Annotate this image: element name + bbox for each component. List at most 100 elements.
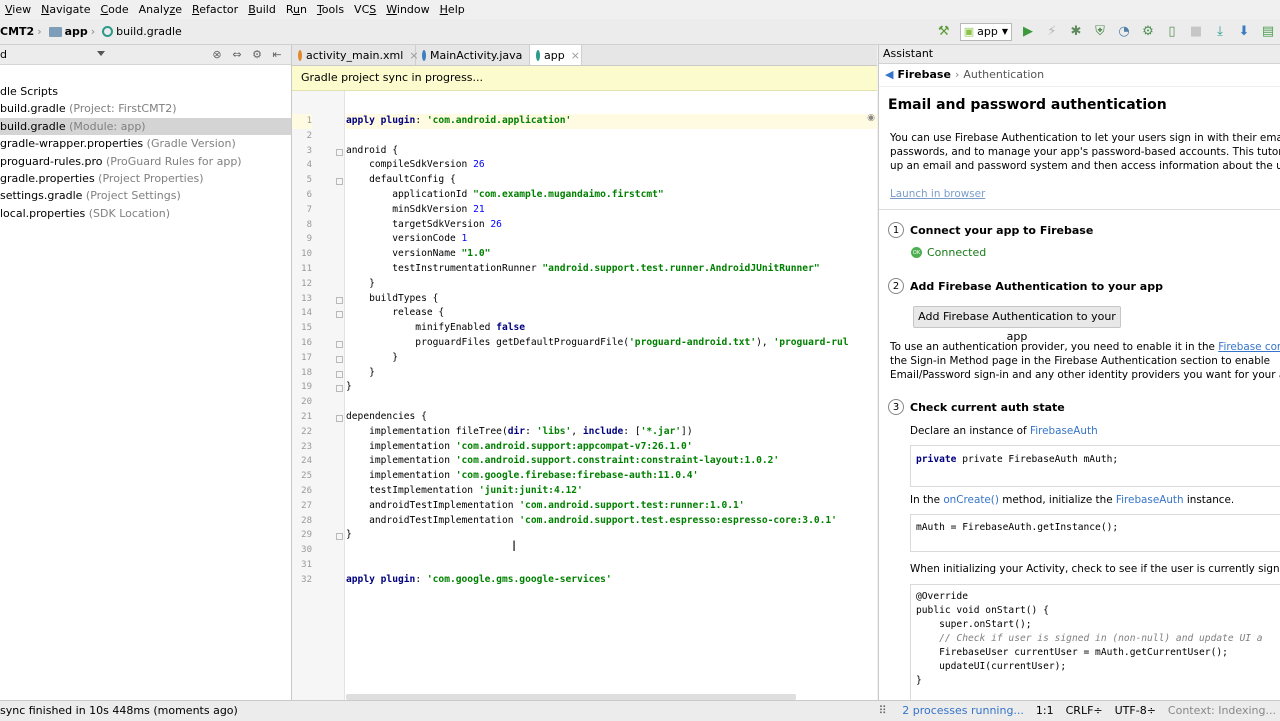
code-line[interactable] — [346, 395, 877, 410]
init-code-box[interactable]: mAuth = FirebaseAuth.getInstance(); — [910, 514, 1280, 552]
menu-item-7[interactable]: Tools — [312, 0, 349, 19]
line-separator[interactable]: CRLF÷ — [1066, 701, 1103, 721]
file-encoding[interactable]: UTF-8÷ — [1115, 701, 1156, 721]
run-icon[interactable]: ▶ — [1019, 23, 1037, 41]
fold-marker-icon[interactable] — [336, 533, 343, 541]
code-line[interactable]: minSdkVersion 21 — [346, 203, 877, 218]
menu-item-1[interactable]: Navigate — [36, 0, 95, 19]
run-config-select[interactable]: ▣ app ▼ — [959, 22, 1012, 41]
project-view-label[interactable]: d — [0, 48, 7, 61]
breadcrumb-firebase[interactable]: Firebase — [897, 68, 950, 81]
menu-item-10[interactable]: Help — [435, 0, 470, 19]
breadcrumb-module[interactable]: app › — [48, 25, 99, 38]
tree-item[interactable]: proguard-rules.pro (ProGuard Rules for a… — [0, 153, 291, 170]
menu-item-8[interactable]: VCS — [349, 0, 381, 19]
code-line[interactable]: implementation fileTree(dir: 'libs', inc… — [346, 425, 877, 440]
code-line[interactable]: } — [346, 528, 877, 543]
code-line[interactable]: testInstrumentationRunner "android.suppo… — [346, 262, 877, 277]
tree-item[interactable]: build.gradle (Module: app) — [0, 117, 291, 136]
code-line[interactable]: versionName "1.0" — [346, 247, 877, 262]
sync-gradle-icon[interactable]: ⤓ — [1211, 23, 1229, 41]
hide-panel-icon[interactable]: ⇤ — [269, 47, 285, 62]
chevron-down-icon[interactable] — [97, 51, 105, 56]
code-line[interactable]: versionCode 1 — [346, 232, 877, 247]
code-line[interactable]: apply plugin: 'com.google.gms.google-ser… — [346, 573, 877, 588]
code-line[interactable] — [346, 129, 877, 144]
attach-debugger-icon[interactable]: ⚙ — [1139, 23, 1157, 41]
code-line[interactable]: buildTypes { — [346, 292, 877, 307]
eye-icon[interactable]: ◉ — [867, 113, 875, 123]
declare-code-box[interactable]: private private FirebaseAuth mAuth; — [910, 445, 1280, 487]
code-line[interactable]: } — [346, 366, 877, 381]
oncreate-link[interactable]: onCreate() — [943, 494, 999, 506]
fold-marker-icon[interactable] — [336, 296, 343, 304]
menu-item-2[interactable]: Code — [95, 0, 133, 19]
back-arrow-icon[interactable]: ◀ — [885, 68, 893, 81]
menu-item-6[interactable]: Run — [281, 0, 312, 19]
breadcrumb-file[interactable]: build.gradle — [102, 25, 182, 38]
fold-marker-icon[interactable] — [336, 178, 343, 186]
close-icon[interactable]: × — [571, 49, 580, 62]
code-line[interactable]: implementation 'com.android.support.cons… — [346, 454, 877, 469]
fold-marker-icon[interactable] — [336, 385, 343, 393]
code-line[interactable]: applicationId "com.example.mugandaimo.fi… — [346, 188, 877, 203]
code-line[interactable]: apply plugin: 'com.android.application' — [346, 114, 877, 129]
debug-icon[interactable]: ✱ — [1067, 23, 1085, 41]
tree-item[interactable]: local.properties (SDK Location) — [0, 205, 291, 222]
target-icon[interactable]: ⊗ — [209, 47, 225, 62]
coverage-icon[interactable]: ⛨ — [1091, 23, 1109, 41]
code-line[interactable]: androidTestImplementation 'com.android.s… — [346, 499, 877, 514]
code-line[interactable]: minifyEnabled false — [346, 321, 877, 336]
avd-manager-icon[interactable]: ▤ — [1259, 23, 1277, 41]
menu-item-4[interactable]: Refactor — [187, 0, 243, 19]
profile-icon[interactable]: ◔ — [1115, 23, 1133, 41]
tree-item[interactable]: gradle-wrapper.properties (Gradle Versio… — [0, 135, 291, 152]
code-line[interactable]: androidTestImplementation 'com.android.s… — [346, 514, 877, 529]
apply-changes-icon[interactable]: ⚡ — [1043, 23, 1061, 41]
gear-icon[interactable]: ⚙ — [249, 47, 265, 62]
editor-tab[interactable]: activity_main.xml × — [292, 45, 419, 65]
code-line[interactable] — [346, 543, 877, 558]
onstart-code-box[interactable]: @Override public void onStart() { super.o… — [910, 584, 1280, 700]
launch-in-browser-link[interactable]: Launch in browser — [890, 187, 985, 201]
menu-item-5[interactable]: Build — [243, 0, 281, 19]
code-line[interactable]: android { — [346, 144, 877, 159]
code-line[interactable]: testImplementation 'junit:junit:4.12' — [346, 484, 877, 499]
firebaseauth-link-2[interactable]: FirebaseAuth — [1116, 494, 1184, 506]
menu-item-3[interactable]: Analyze — [134, 0, 187, 19]
code-line[interactable]: proguardFiles getDefaultProguardFile('pr… — [346, 336, 877, 351]
fold-marker-icon[interactable] — [336, 415, 343, 422]
code-line[interactable]: } — [346, 351, 877, 366]
fold-marker-icon[interactable] — [336, 148, 343, 156]
tree-group-gradle-scripts[interactable]: dle Scripts — [0, 83, 291, 100]
tree-item[interactable]: build.gradle (Project: FirstCMT2) — [0, 100, 291, 117]
tree-item[interactable]: settings.gradle (Project Settings) — [0, 187, 291, 204]
hammer-icon[interactable]: ⚒ — [935, 23, 953, 41]
add-firebase-auth-button[interactable]: Add Firebase Authentication to your app — [913, 306, 1121, 343]
stop-icon[interactable]: ■ — [1187, 23, 1205, 41]
firebaseauth-link[interactable]: FirebaseAuth — [1030, 425, 1098, 437]
caret-position[interactable]: 1:1 — [1036, 701, 1054, 721]
code-line[interactable]: release { — [346, 306, 877, 321]
code-line[interactable]: } — [346, 277, 877, 292]
menu-item-9[interactable]: Window — [381, 0, 434, 19]
fold-marker-icon[interactable] — [336, 311, 343, 319]
editor-tab[interactable]: app × — [530, 45, 582, 65]
device-icon[interactable]: ▯ — [1163, 23, 1181, 41]
code-editor[interactable]: 1 2 3 4 5 6 7 8 9 10 11 12 13 14 15 16 17 18 19 20 21 22 23 24 2… — [292, 91, 877, 700]
code-line[interactable]: } — [346, 380, 877, 395]
code-line[interactable]: implementation 'com.android.support:appc… — [346, 440, 877, 455]
code-line[interactable]: defaultConfig { — [346, 173, 877, 188]
fold-marker-icon[interactable] — [336, 355, 343, 363]
code-line[interactable] — [346, 558, 877, 573]
fold-marker-icon[interactable] — [336, 370, 343, 378]
code-line[interactable]: implementation 'com.google.firebase:fire… — [346, 469, 877, 484]
breadcrumb-project[interactable]: CMT2 › — [0, 25, 45, 38]
collapse-all-icon[interactable]: ⇔ — [229, 47, 245, 62]
processes-indicator[interactable]: ⠿ 2 processes running... — [867, 701, 1024, 721]
code-line[interactable]: dependencies { — [346, 410, 877, 425]
menu-item-0[interactable]: View — [0, 0, 36, 19]
status-message[interactable]: sync finished in 10s 448ms (moments ago) — [0, 701, 238, 721]
tree-item[interactable]: gradle.properties (Project Properties) — [0, 170, 291, 187]
code-line[interactable]: targetSdkVersion 26 — [346, 218, 877, 233]
